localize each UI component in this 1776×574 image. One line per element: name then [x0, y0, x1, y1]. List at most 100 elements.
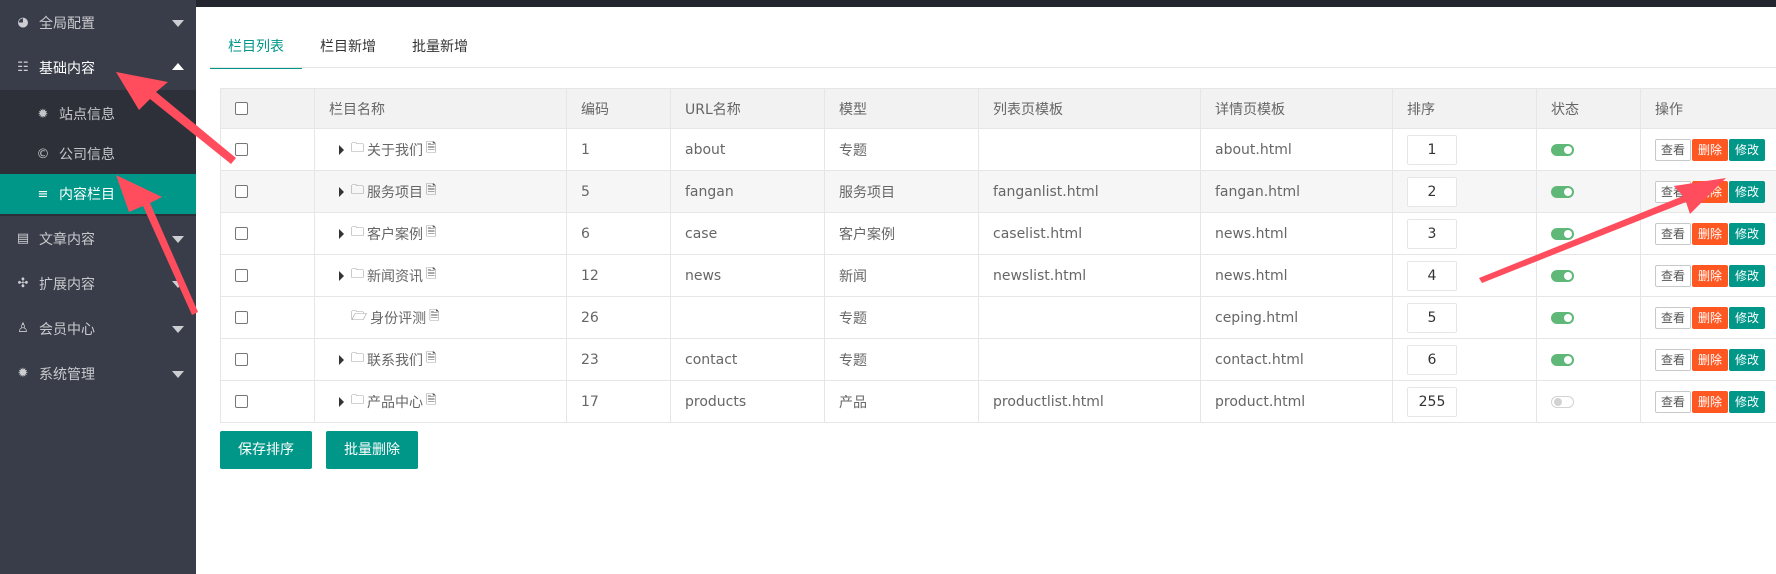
status-toggle[interactable] [1551, 269, 1574, 282]
sidebar-item-site-info[interactable]: ✹ 站点信息 [0, 94, 196, 134]
status-cell [1536, 128, 1641, 171]
edit-button[interactable]: 修改 [1729, 390, 1766, 413]
sort-cell [1392, 170, 1537, 213]
detail-template-cell: news.html [1200, 254, 1393, 297]
sort-cell [1392, 296, 1537, 339]
status-toggle[interactable] [1551, 185, 1574, 198]
sidebar-item-basic-content[interactable]: ☷ 基础内容 [0, 45, 196, 90]
sort-input[interactable] [1407, 302, 1457, 333]
row-checkbox[interactable] [235, 269, 248, 282]
folder-icon: 🗁 [351, 308, 368, 324]
delete-button[interactable]: 删除 [1692, 348, 1729, 371]
tab-batch-add[interactable]: 批量新增 [394, 33, 486, 69]
delete-button[interactable]: 删除 [1692, 222, 1729, 245]
select-all-checkbox[interactable] [235, 102, 248, 115]
code-cell: 12 [566, 254, 671, 297]
expand-arrow-icon[interactable] [339, 396, 344, 407]
top-bar [0, 0, 1776, 7]
code-cell: 5 [566, 170, 671, 213]
sort-input[interactable] [1407, 386, 1457, 417]
delete-button[interactable]: 删除 [1692, 264, 1729, 287]
sort-input[interactable] [1407, 260, 1457, 291]
delete-button[interactable]: 删除 [1692, 180, 1729, 203]
row-checkbox[interactable] [235, 353, 248, 366]
row-checkbox[interactable] [235, 227, 248, 240]
file-icon: 🗎 [426, 182, 437, 198]
edit-button[interactable]: 修改 [1729, 306, 1766, 329]
status-cell [1536, 254, 1641, 297]
detail-template-cell: about.html [1200, 128, 1393, 171]
code-cell: 6 [566, 212, 671, 255]
column-name: 客户案例 [367, 226, 424, 243]
folder-icon: 🗀 [351, 224, 365, 240]
edit-button[interactable]: 修改 [1729, 180, 1766, 203]
sidebar-item-article-content[interactable]: ▤ 文章内容 [0, 216, 196, 261]
edit-button[interactable]: 修改 [1729, 222, 1766, 245]
row-checkbox[interactable] [235, 395, 248, 408]
status-toggle[interactable] [1551, 227, 1574, 240]
sidebar-item-content-columns[interactable]: ≡ 内容栏目 [0, 174, 196, 214]
tab-column-list[interactable]: 栏目列表 [210, 33, 302, 69]
sort-input[interactable] [1407, 218, 1457, 249]
edit-button[interactable]: 修改 [1729, 348, 1766, 371]
file-icon: 🗎 [426, 392, 437, 408]
delete-button[interactable]: 删除 [1692, 138, 1729, 161]
view-button[interactable]: 查看 [1655, 348, 1692, 371]
name-cell: 🗀 联系我们 🗎 [314, 338, 567, 381]
sidebar-item-label: 基础内容 [39, 60, 95, 77]
url-cell: news [670, 254, 825, 297]
sidebar-item-system-management[interactable]: ✹ 系统管理 [0, 351, 196, 396]
column-name: 联系我们 [367, 352, 424, 369]
delete-button[interactable]: 删除 [1692, 390, 1729, 413]
delete-button[interactable]: 删除 [1692, 306, 1729, 329]
view-button[interactable]: 查看 [1655, 264, 1692, 287]
status-toggle[interactable] [1551, 311, 1574, 324]
row-checkbox[interactable] [235, 185, 248, 198]
list-template-cell: productlist.html [978, 380, 1201, 423]
tab-column-add[interactable]: 栏目新增 [302, 33, 394, 69]
model-cell: 专题 [824, 338, 979, 381]
table-row: 🗀 产品中心 🗎 17 products 产品 productlist.html produc… [220, 380, 1776, 423]
tab-divider [210, 67, 1776, 68]
status-toggle[interactable] [1551, 353, 1574, 366]
column-header: 排序 [1392, 88, 1537, 129]
row-checkbox[interactable] [235, 311, 248, 324]
row-checkbox[interactable] [235, 143, 248, 156]
sort-input[interactable] [1407, 344, 1457, 375]
status-cell [1536, 296, 1641, 339]
table-row: 🗀新闻资讯🗎12news新闻newslist.htmlnews.html查看删除… [220, 254, 1776, 297]
sort-input[interactable] [1407, 134, 1457, 165]
sort-input[interactable] [1407, 176, 1457, 207]
edit-button[interactable]: 修改 [1729, 138, 1766, 161]
view-button[interactable]: 查看 [1655, 138, 1692, 161]
sidebar-item-global-config[interactable]: ◕ 全局配置 [0, 0, 196, 45]
sidebar-item-label: 内容栏目 [59, 187, 115, 203]
view-button[interactable]: 查看 [1655, 306, 1692, 329]
code-cell: 26 [566, 296, 671, 339]
expand-arrow-icon[interactable] [339, 228, 344, 239]
name-cell: 🗀 服务项目 🗎 [314, 170, 567, 213]
view-button[interactable]: 查看 [1655, 222, 1692, 245]
code-cell: 17 [566, 380, 671, 423]
save-sort-button[interactable]: 保存排序 [220, 431, 312, 469]
expand-arrow-icon[interactable] [339, 186, 344, 197]
status-cell [1536, 380, 1641, 423]
status-toggle[interactable] [1551, 143, 1574, 156]
sort-cell [1392, 380, 1537, 423]
sidebar-item-company-info[interactable]: © 公司信息 [0, 134, 196, 174]
table-header-row: 栏目名称 编码 URL名称 模型 列表页模板 详情页模板 排序 状态 操作 [220, 88, 1776, 129]
status-toggle[interactable] [1551, 395, 1574, 408]
sidebar-item-member-center[interactable]: ♙ 会员中心 [0, 306, 196, 351]
expand-arrow-icon[interactable] [339, 144, 344, 155]
expand-arrow-icon[interactable] [339, 354, 344, 365]
view-button[interactable]: 查看 [1655, 180, 1692, 203]
row-select-cell [220, 128, 315, 171]
expand-arrow-icon[interactable] [339, 270, 344, 281]
code-cell: 1 [566, 128, 671, 171]
edit-button[interactable]: 修改 [1729, 264, 1766, 287]
table-body: 🗀关于我们🗎1about专题about.html查看删除修改🗀服务项目🗎5fan… [220, 128, 1776, 423]
view-button[interactable]: 查看 [1655, 390, 1692, 413]
column-header: 栏目名称 [314, 88, 567, 129]
batch-delete-button[interactable]: 批量删除 [326, 431, 418, 469]
sidebar-item-extended-content[interactable]: ✣ 扩展内容 [0, 261, 196, 306]
